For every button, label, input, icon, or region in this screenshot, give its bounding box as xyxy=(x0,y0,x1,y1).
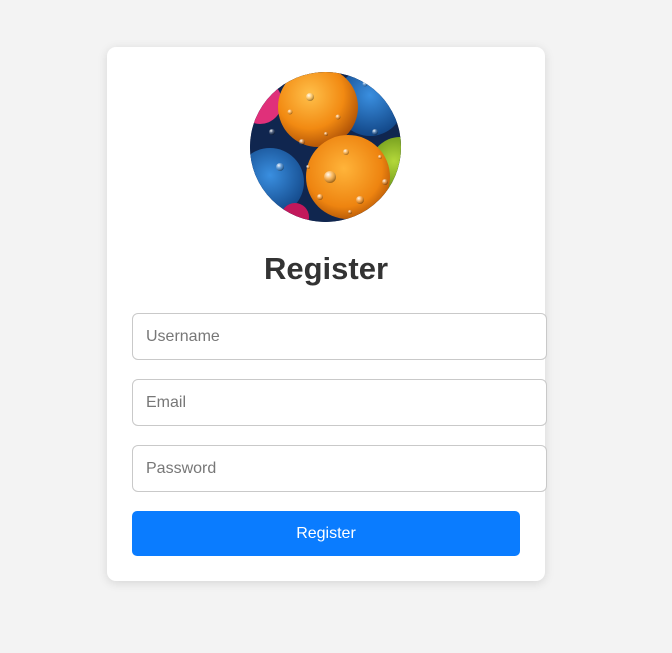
droplets-image-icon xyxy=(250,72,401,222)
register-card: Register Register xyxy=(107,47,547,581)
email-input[interactable] xyxy=(132,379,547,426)
register-button[interactable]: Register xyxy=(132,511,520,556)
username-input[interactable] xyxy=(132,313,547,360)
page-title: Register xyxy=(263,251,389,286)
avatar-image xyxy=(250,72,401,222)
password-input[interactable] xyxy=(132,445,547,492)
